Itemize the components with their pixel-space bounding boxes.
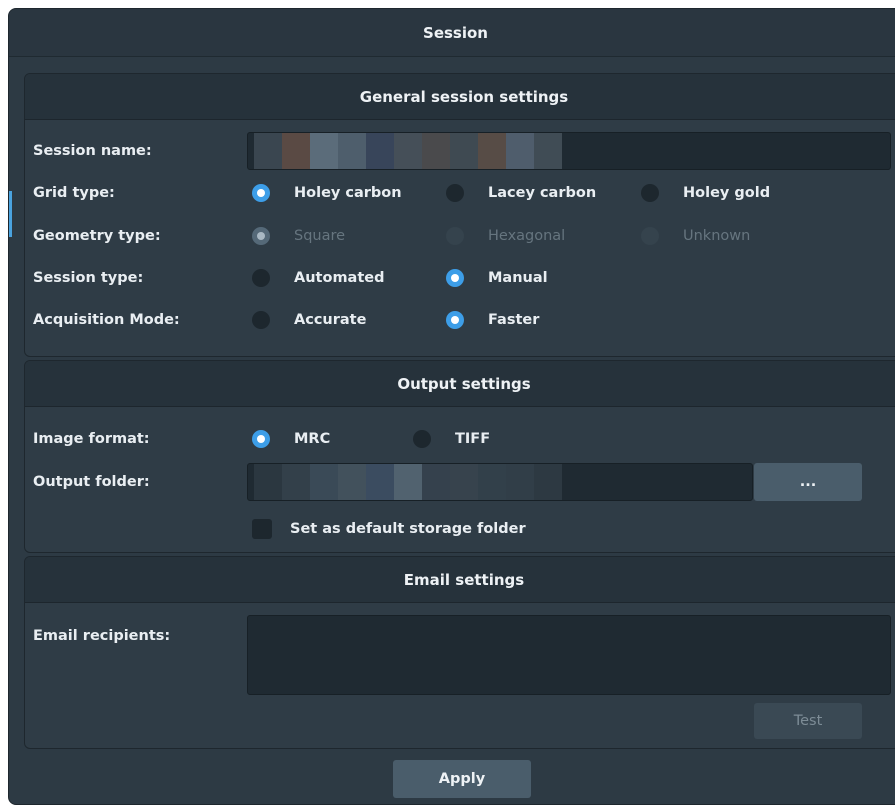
window-title: Session <box>9 9 895 57</box>
radio-accurate[interactable]: Accurate <box>252 311 366 329</box>
acquisition-mode-label: Acquisition Mode: <box>33 312 180 328</box>
radio-lacey-carbon[interactable]: Lacey carbon <box>446 184 596 202</box>
apply-button[interactable]: Apply <box>393 760 531 798</box>
browse-folder-button[interactable]: ... <box>754 463 862 501</box>
email-recipients-input[interactable] <box>247 615 891 695</box>
default-folder-checkbox-label: Set as default storage folder <box>290 521 526 537</box>
general-settings-header: General session settings <box>25 74 895 120</box>
email-settings-header: Email settings <box>25 557 895 603</box>
radio-tiff[interactable]: TIFF <box>413 430 490 448</box>
session-name-label: Session name: <box>33 143 152 159</box>
grid-type-label: Grid type: <box>33 185 115 201</box>
redacted-output-folder <box>254 464 562 500</box>
session-name-input[interactable] <box>247 132 891 170</box>
output-settings-section: Output settings Image format: MRC TIFF O… <box>24 360 895 553</box>
output-folder-input[interactable] <box>247 463 753 501</box>
radio-holey-carbon[interactable]: Holey carbon <box>252 184 402 202</box>
email-recipients-label: Email recipients: <box>33 628 171 644</box>
test-email-button: Test <box>754 703 862 739</box>
radio-mrc[interactable]: MRC <box>252 430 330 448</box>
default-folder-checkbox[interactable] <box>252 519 272 539</box>
output-folder-label: Output folder: <box>33 474 150 490</box>
radio-automated[interactable]: Automated <box>252 269 384 287</box>
email-settings-section: Email settings Email recipients: Test <box>24 556 895 749</box>
radio-unknown: Unknown <box>641 227 750 245</box>
focus-indicator <box>9 191 12 237</box>
image-format-label: Image format: <box>33 431 150 447</box>
radio-square: Square <box>252 227 345 245</box>
output-settings-header: Output settings <box>25 361 895 407</box>
session-window: Session General session settings Session… <box>8 8 895 805</box>
redacted-session-name <box>254 133 562 169</box>
radio-faster[interactable]: Faster <box>446 311 539 329</box>
general-settings-section: General session settings Session name: G… <box>24 73 895 357</box>
session-type-label: Session type: <box>33 270 144 286</box>
radio-hexagonal: Hexagonal <box>446 227 565 245</box>
radio-manual[interactable]: Manual <box>446 269 548 287</box>
geometry-type-label: Geometry type: <box>33 228 161 244</box>
radio-holey-gold[interactable]: Holey gold <box>641 184 770 202</box>
